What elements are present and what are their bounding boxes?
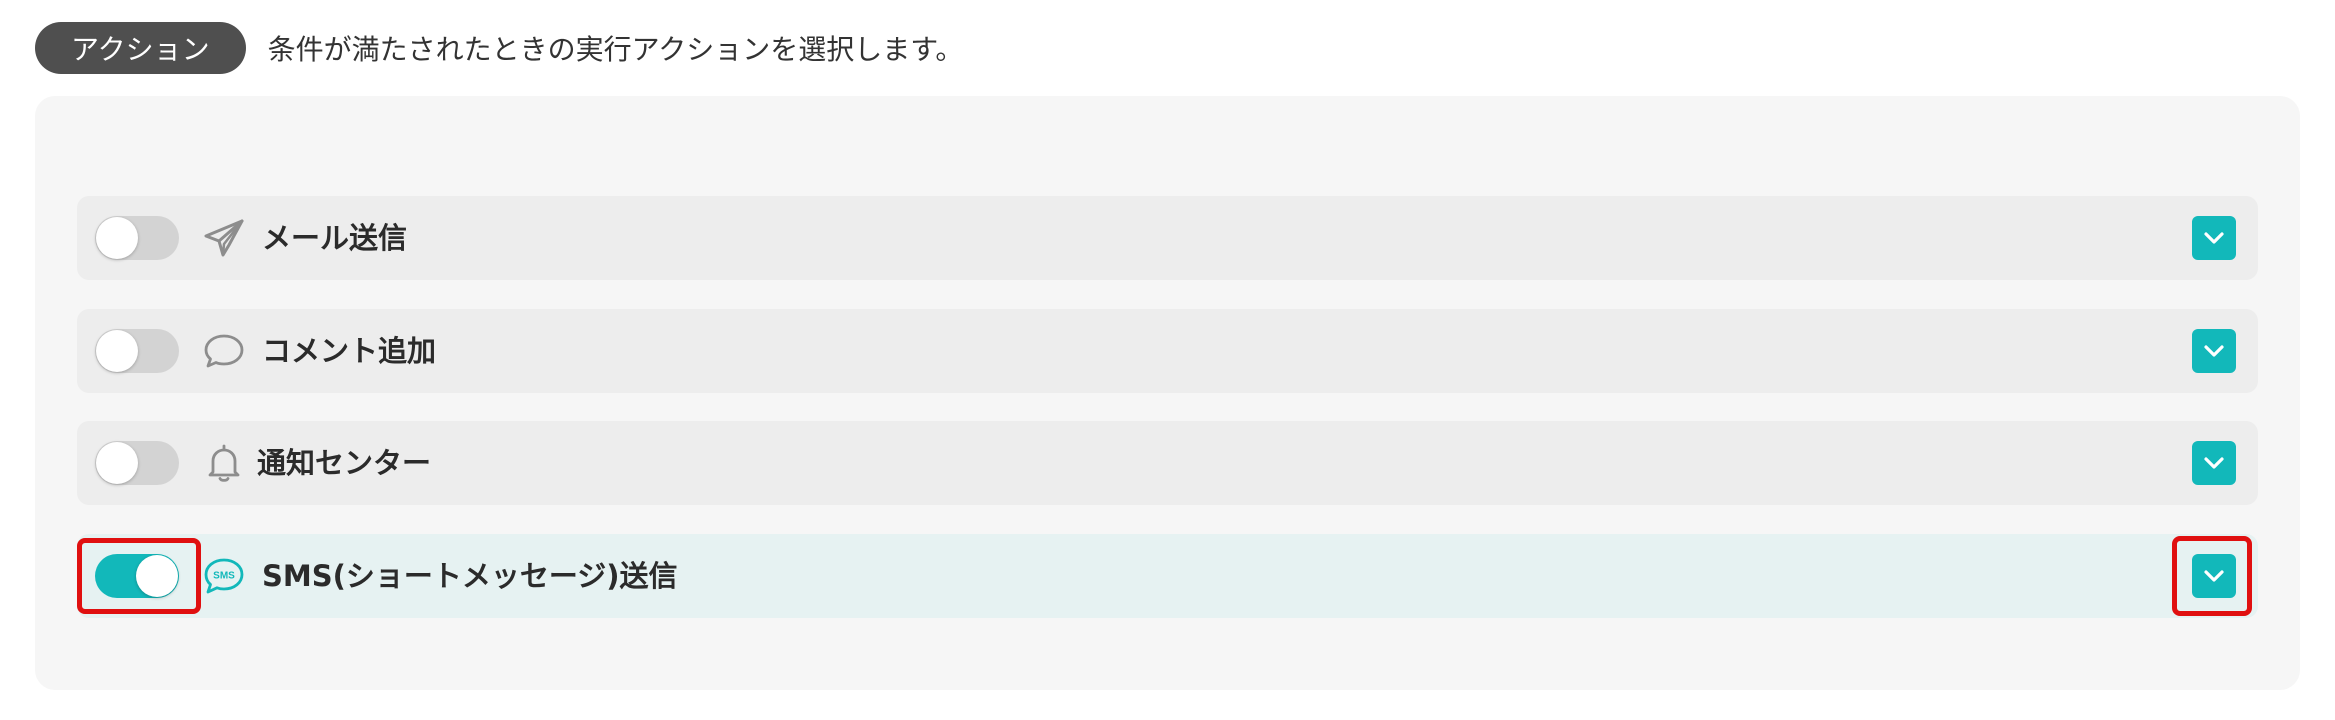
notification-toggle[interactable] [95, 441, 179, 485]
expand-button-notification[interactable] [2192, 441, 2236, 485]
toggle-knob [136, 555, 178, 597]
action-label: コメント追加 [262, 334, 437, 368]
toggle-knob [96, 330, 138, 372]
mail-toggle[interactable] [95, 216, 179, 260]
chevron-down-icon [2204, 570, 2224, 582]
bell-icon [208, 444, 240, 482]
action-row-sms: SMS SMS(ショートメッセージ)送信 [77, 534, 2258, 618]
section-description: 条件が満たされたときの実行アクションを選択します。 [267, 33, 964, 66]
svg-text:SMS: SMS [213, 571, 235, 582]
expand-button-sms[interactable] [2192, 554, 2236, 598]
action-row-comment: コメント追加 [77, 309, 2258, 393]
toggle-knob [96, 217, 138, 259]
expand-button-mail[interactable] [2192, 216, 2236, 260]
chevron-down-icon [2204, 457, 2224, 469]
action-row-mail: メール送信 [77, 196, 2258, 280]
action-label: 通知センター [257, 446, 432, 480]
sms-bubble-icon: SMS [204, 558, 244, 594]
sms-toggle[interactable] [95, 554, 179, 598]
comment-toggle[interactable] [95, 329, 179, 373]
actions-panel: メール送信 コメント追加 通知センター SMS SMS(ショートメッセージ)送信 [35, 96, 2300, 690]
action-label: メール送信 [262, 221, 408, 255]
action-label: SMS(ショートメッセージ)送信 [262, 559, 678, 593]
chevron-down-icon [2204, 232, 2224, 244]
toggle-knob [96, 442, 138, 484]
expand-button-comment[interactable] [2192, 329, 2236, 373]
paper-plane-icon [204, 219, 244, 257]
section-badge: アクション [35, 22, 246, 74]
action-row-notification: 通知センター [77, 421, 2258, 505]
speech-bubble-icon [204, 334, 244, 368]
action-section-header: アクション 条件が満たされたときの実行アクションを選択します。 [35, 22, 963, 74]
chevron-down-icon [2204, 345, 2224, 357]
